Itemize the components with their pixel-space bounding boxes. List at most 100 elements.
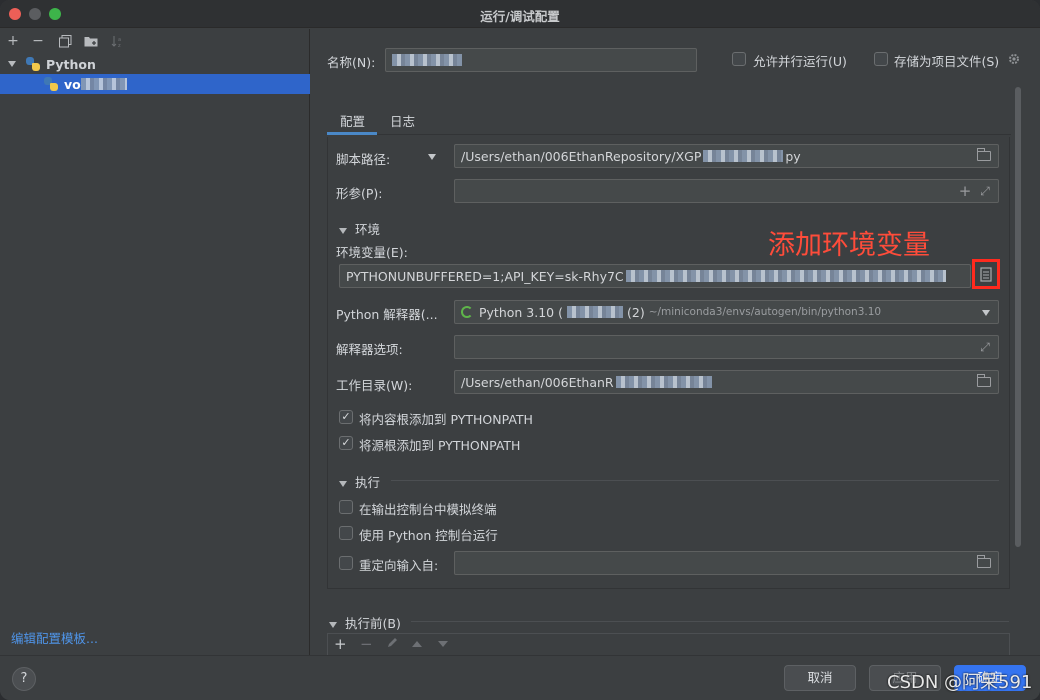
gear-icon[interactable] [1008,53,1020,65]
params-label: 形参(P): [336,186,383,201]
copy-icon[interactable] [56,32,74,50]
chevron-down-icon [339,227,347,234]
workdir-field[interactable]: /Users/ethan/006EthanR [454,370,999,394]
workdir-value: /Users/ethan/006EthanR [461,374,614,390]
interpreter-suffix: (2) [626,304,645,320]
redacted-text [615,376,712,388]
config-tree-panel: + − az Python vo 编辑配置模板... [0,29,310,655]
redacted-text [392,54,462,66]
use-python-console-label: 使用 Python 控制台运行 [359,528,498,543]
interpreter-label: Python 解释器(... [336,307,438,322]
add-content-roots-label: 将内容根添加到 PYTHONPATH [359,412,533,427]
env-vars-label: 环境变量(E): [336,245,408,260]
section-divider [391,480,999,481]
exec-section-header[interactable]: 执行 [339,472,380,491]
exec-section-title: 执行 [355,475,381,490]
config-toolbar: + − az [0,29,310,53]
python-icon [26,57,40,71]
params-field[interactable]: + ⤢ [454,179,999,203]
cancel-button[interactable]: 取消 [784,665,856,691]
redirect-input-checkbox[interactable] [339,556,353,570]
chevron-down-icon[interactable] [8,61,16,67]
vertical-scrollbar[interactable] [1015,87,1021,547]
expand-icon[interactable]: ⤢ [978,184,992,198]
store-project-file-checkbox[interactable] [874,52,888,66]
config-tree: Python vo [0,54,310,94]
folder-icon[interactable] [977,374,991,387]
env-section-header[interactable]: 环境 [339,219,380,238]
env-vars-field[interactable]: PYTHONUNBUFFERED=1;API_KEY=sk-Rhy7C [339,264,971,288]
tree-item-label: vo [64,76,81,92]
arrow-up-icon[interactable] [412,641,422,647]
plus-icon[interactable]: + [958,184,972,199]
name-field[interactable] [385,48,697,72]
allow-parallel-label: 允许并行运行(U) [753,54,847,69]
before-launch-title: 执行前(B) [345,616,401,631]
script-path-value: /Users/ethan/006EthanRepository/XGP [461,148,702,164]
pencil-icon[interactable] [386,637,398,652]
arrow-down-icon[interactable] [438,641,448,647]
folder-add-icon[interactable] [82,32,100,50]
use-python-console-checkbox[interactable] [339,526,353,540]
tree-item-config[interactable]: vo [0,74,310,94]
minus-icon[interactable]: − [360,635,373,653]
folder-icon[interactable] [977,555,991,568]
tree-group-label: Python [46,56,96,72]
env-vars-value: PYTHONUNBUFFERED=1;API_KEY=sk-Rhy7C [346,268,624,284]
tree-group-python[interactable]: Python [0,54,310,74]
add-source-roots-checkbox[interactable]: ✓ [339,436,353,450]
annotation-text: 添加环境变量 [768,230,930,261]
before-launch-header[interactable]: 执行前(B) [329,613,401,632]
window-title: 运行/调试配置 [480,9,560,24]
redacted-text [625,270,946,282]
chevron-down-icon [339,480,347,487]
emulate-terminal-checkbox[interactable] [339,500,353,514]
redirect-input-label: 重定向输入自: [359,558,439,573]
before-launch-toolbar: + − [327,633,1010,655]
svg-text:z: z [118,43,121,48]
loading-icon [461,306,473,318]
config-tabs: 配置 日志 [327,105,1011,135]
expand-icon[interactable]: ⤢ [978,340,992,354]
folder-icon[interactable] [977,148,991,161]
python-icon [44,77,58,91]
highlight-box [972,259,1000,289]
redirect-input-field[interactable] [454,551,999,575]
help-button[interactable]: ? [12,667,36,691]
store-project-file-label: 存储为项目文件(S) [894,54,1000,69]
tab-logs[interactable]: 日志 [390,111,415,130]
name-label: 名称(N): [327,55,376,70]
sort-icon[interactable]: az [108,32,126,50]
script-path-suffix: py [785,148,801,164]
configuration-form [327,137,1010,589]
add-source-roots-label: 将源根添加到 PYTHONPATH [359,438,521,453]
interpreter-select[interactable]: Python 3.10 ( (2) ~/miniconda3/envs/auto… [454,300,999,324]
redacted-text [703,150,784,162]
add-config-icon[interactable]: + [4,32,22,50]
emulate-terminal-label: 在输出控制台中模拟终端 [359,502,497,517]
dialog-footer: ? 取消 应用 确定 [0,655,1040,700]
allow-parallel-checkbox[interactable] [732,52,746,66]
config-details-panel: 名称(N): 允许并行运行(U) 存储为项目文件(S) 配置 日志 脚本路径: … [311,29,1040,655]
chevron-down-icon [329,621,337,628]
chevron-down-icon[interactable] [428,154,436,160]
interpreter-options-label: 解释器选项: [336,342,403,357]
title-bar: 运行/调试配置 [0,0,1040,28]
watermark: CSDN @阿呆591 [887,672,1033,693]
script-path-label: 脚本路径: [336,152,391,167]
edit-config-templates-link[interactable]: 编辑配置模板... [11,628,98,647]
interpreter-path: ~/miniconda3/envs/autogen/bin/python3.10 [648,306,882,318]
interpreter-options-field[interactable]: ⤢ [454,335,999,359]
env-section-title: 环境 [355,222,381,237]
script-path-field[interactable]: /Users/ethan/006EthanRepository/XGP py [454,144,999,168]
plus-icon[interactable]: + [334,635,347,653]
redacted-text [566,306,623,318]
workdir-label: 工作目录(W): [336,378,413,393]
chevron-down-icon[interactable] [982,310,990,316]
remove-config-icon[interactable]: − [29,32,47,50]
add-content-roots-checkbox[interactable]: ✓ [339,410,353,424]
active-tab-indicator [327,132,377,135]
tab-configuration[interactable]: 配置 [340,111,365,130]
section-divider [411,621,1009,622]
interpreter-value: Python 3.10 ( [479,304,563,320]
